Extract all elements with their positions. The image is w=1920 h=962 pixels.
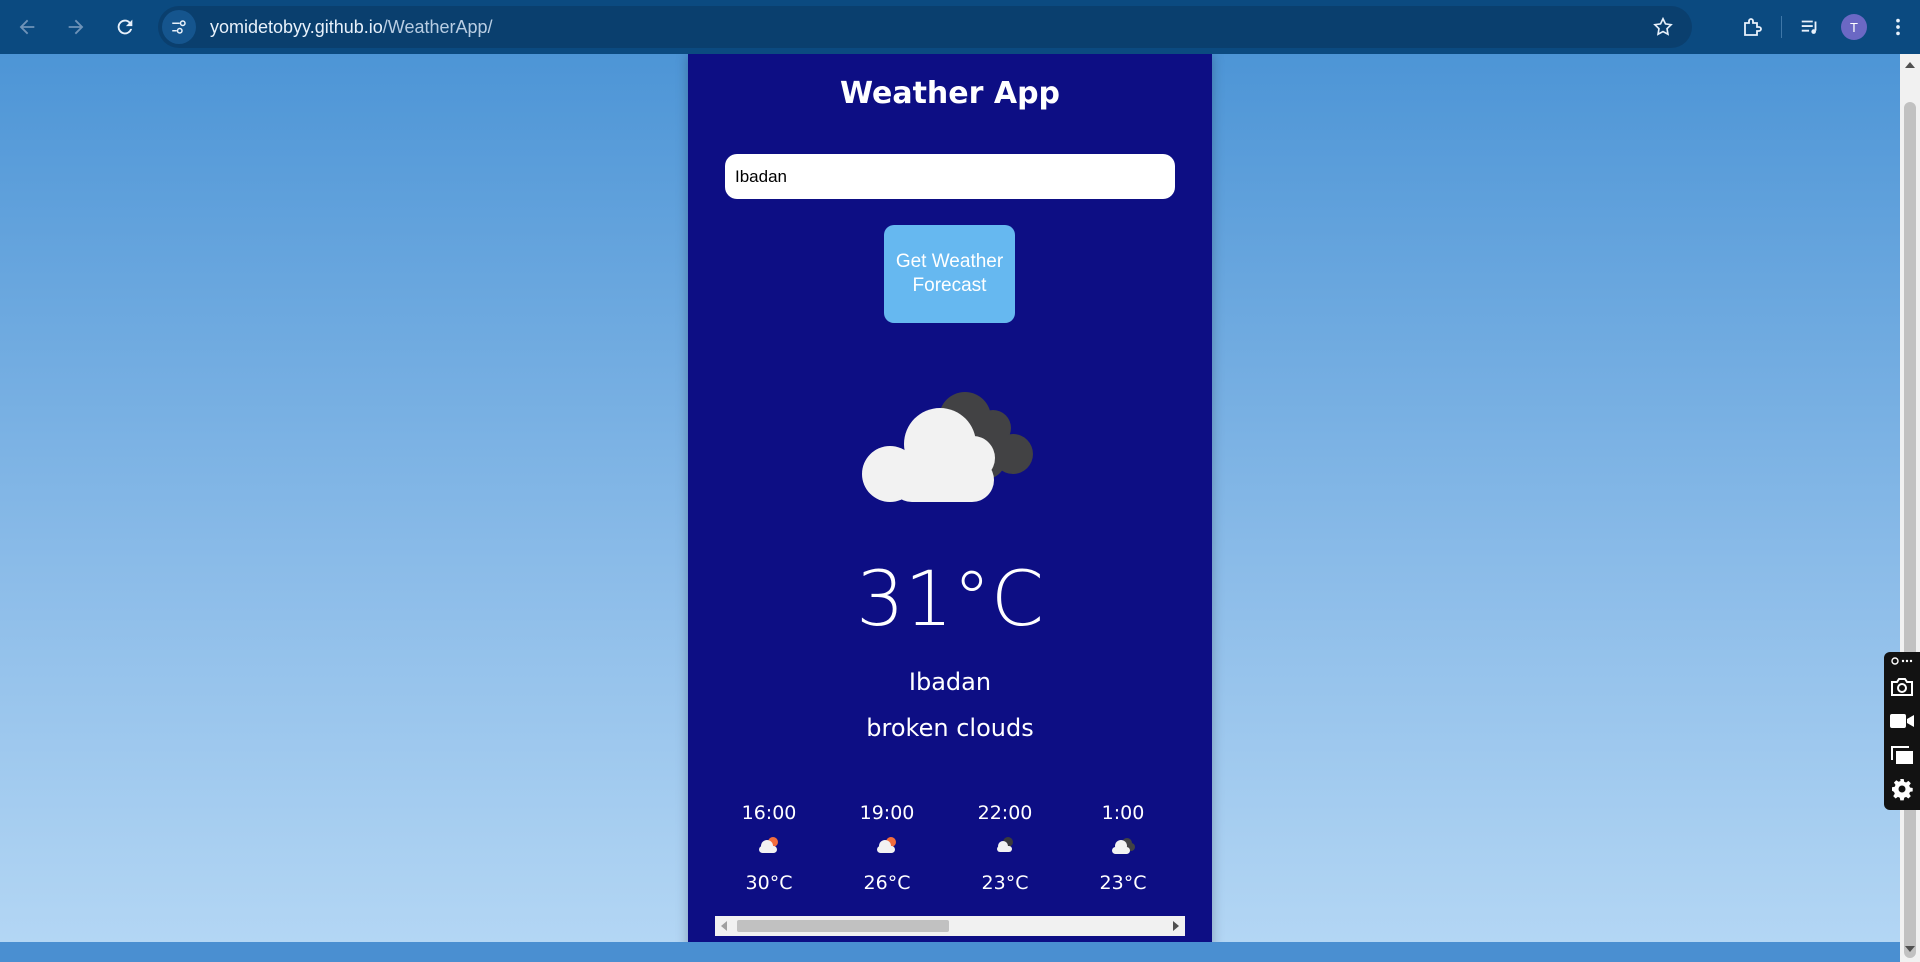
toolbar-divider <box>1781 16 1782 38</box>
reload-button[interactable] <box>103 5 147 49</box>
extensions-button[interactable] <box>1731 5 1775 49</box>
toolbar-actions: T <box>1731 0 1920 54</box>
browser-toolbar: yomidetobyy.github.io/WeatherApp/ T <box>0 0 1920 54</box>
site-settings-button[interactable] <box>162 10 196 44</box>
hourly-temp: 30°C <box>745 872 793 894</box>
current-temperature: 31°C <box>856 554 1044 643</box>
page-scrollbar[interactable] <box>1900 54 1920 962</box>
back-button[interactable] <box>5 5 49 49</box>
media-queue-icon <box>1801 20 1817 34</box>
hourly-time: 19:00 <box>859 802 915 824</box>
city-search-input[interactable] <box>725 154 1175 199</box>
few-clouds-day-icon <box>877 837 896 853</box>
more-menu-button[interactable] <box>1876 5 1920 49</box>
hourly-scrollbar[interactable] <box>715 916 1185 936</box>
url-text: yomidetobyy.github.io/WeatherApp/ <box>210 17 493 38</box>
few-clouds-night-icon <box>997 837 1013 852</box>
scroll-right-arrow[interactable] <box>1173 921 1179 931</box>
page-background: Weather App Get Weather Forecast 31°C Ib… <box>0 54 1900 942</box>
hourly-temp: 23°C <box>981 872 1029 894</box>
few-clouds-day-icon <box>759 837 778 853</box>
hourly-item: 22:00 23°C <box>960 800 1050 894</box>
hourly-temp: 26°C <box>863 872 911 894</box>
back-icon <box>19 19 35 35</box>
url-host: yomidetobyy.github.io <box>210 16 383 37</box>
bookmark-star-icon[interactable] <box>1652 16 1674 38</box>
broken-clouds-icon <box>1112 838 1135 854</box>
hourly-scrollbar-thumb[interactable] <box>737 920 949 932</box>
address-bar[interactable]: yomidetobyy.github.io/WeatherApp/ <box>158 6 1692 48</box>
window-capture-button[interactable] <box>1884 740 1920 770</box>
video-icon <box>1890 714 1914 728</box>
broken-clouds-icon <box>862 392 1033 502</box>
current-city: Ibadan <box>908 668 992 696</box>
pin-button[interactable] <box>1884 654 1920 668</box>
avatar: T <box>1841 14 1867 40</box>
scroll-up-arrow[interactable] <box>1905 62 1915 68</box>
media-queue-button[interactable] <box>1788 5 1832 49</box>
profile-button[interactable]: T <box>1832 5 1876 49</box>
capture-toolbar <box>1884 652 1920 810</box>
hourly-time: 16:00 <box>741 802 797 824</box>
page-title: Weather App <box>839 76 1061 111</box>
hourly-item: 16:00 30°C <box>724 800 814 894</box>
hourly-temp: 23°C <box>1099 872 1147 894</box>
extensions-icon <box>1744 18 1762 36</box>
pin-icon <box>1891 657 1913 665</box>
record-button[interactable] <box>1884 706 1920 736</box>
settings-icon <box>1892 779 1913 801</box>
hourly-time: 22:00 <box>977 802 1033 824</box>
page-scrollbar-thumb[interactable] <box>1904 102 1916 958</box>
reload-icon <box>117 19 133 35</box>
more-menu-icon <box>1896 18 1900 36</box>
hourly-forecast[interactable]: 16:00 30°C 19:00 26°C 22:00 23°C 1:00 23… <box>715 800 1185 930</box>
scroll-down-arrow[interactable] <box>1905 946 1915 952</box>
camera-icon <box>1891 678 1913 696</box>
hourly-item: 19:00 26°C <box>842 800 932 894</box>
weather-card: Weather App Get Weather Forecast 31°C Ib… <box>688 54 1212 942</box>
hourly-item: 1:00 23°C <box>1078 800 1168 894</box>
screenshot-button[interactable] <box>1884 672 1920 702</box>
forward-button[interactable] <box>54 5 98 49</box>
site-settings-icon <box>172 20 186 34</box>
windows-icon <box>1891 746 1913 764</box>
weather-description: broken clouds <box>866 714 1034 742</box>
scroll-left-arrow[interactable] <box>721 921 727 931</box>
hourly-time: 1:00 <box>1101 802 1145 824</box>
get-forecast-button[interactable]: Get Weather Forecast <box>884 225 1015 323</box>
url-path: /WeatherApp/ <box>382 16 493 37</box>
page-bottom-edge <box>0 942 1900 962</box>
settings-button[interactable] <box>1884 774 1920 804</box>
forward-icon <box>68 19 84 35</box>
